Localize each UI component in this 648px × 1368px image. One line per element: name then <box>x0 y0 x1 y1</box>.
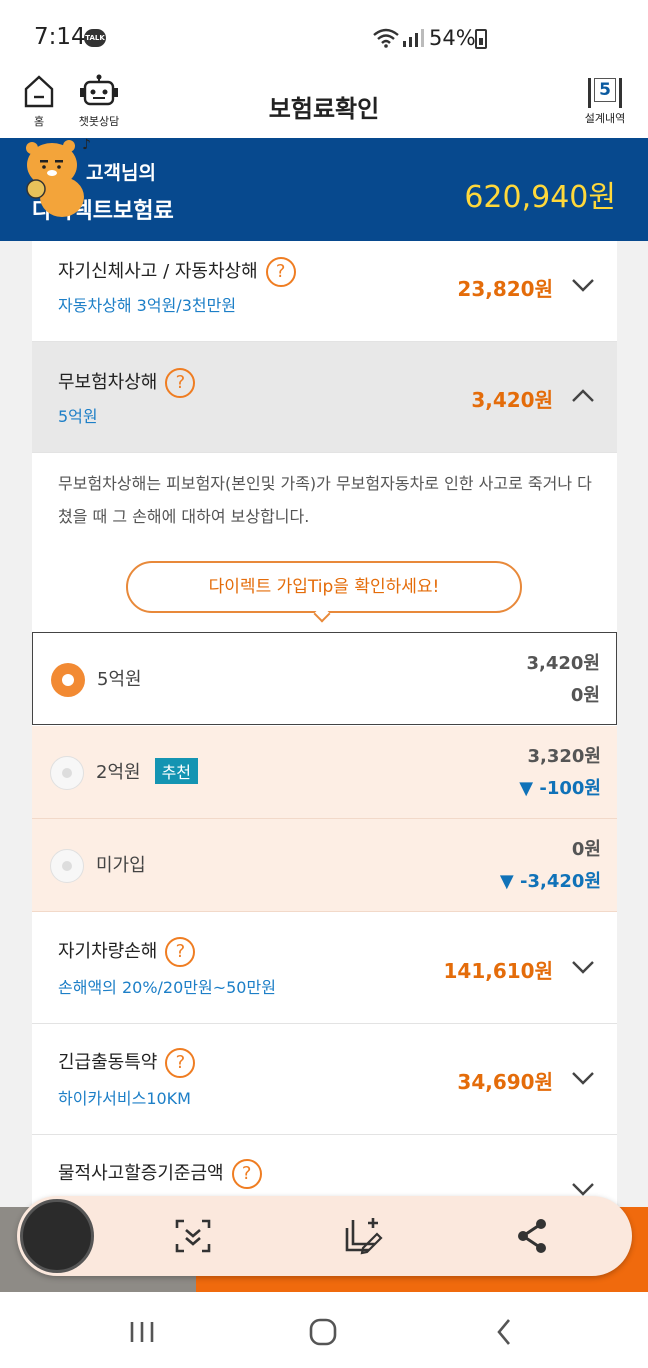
coverage-price: 34,690원 <box>457 1070 553 1094</box>
help-icon[interactable]: ? <box>231 1159 262 1189</box>
chevron-down-icon[interactable] <box>571 955 595 979</box>
signal-icon <box>403 29 424 47</box>
recent-apps-icon[interactable] <box>124 1314 160 1350</box>
coverage-title: 긴급출동특약 <box>58 1052 158 1073</box>
home-circle-icon[interactable] <box>305 1314 341 1350</box>
design-count: 5 <box>594 78 616 102</box>
option-price: 3,320원 <box>527 746 602 767</box>
option-difference: 0원 <box>570 685 600 706</box>
coverage-subtitle: 하이카서비스10KM <box>58 1089 191 1108</box>
edit-icon[interactable] <box>343 1216 383 1256</box>
radio-selected-icon[interactable] <box>51 663 85 697</box>
coverage-list: 자기신체사고 / 자동차상해? 자동차상해 3억원/3천만원 23,820원 무… <box>32 241 617 1207</box>
screenshot-thumbnail[interactable] <box>20 1199 94 1273</box>
option-difference: ▼ -100원 <box>519 778 601 799</box>
chevron-down-icon[interactable] <box>571 273 595 297</box>
coverage-title: 물적사고할증기준금액 <box>58 1163 224 1184</box>
share-icon[interactable] <box>513 1216 553 1256</box>
chevron-down-icon[interactable] <box>571 1066 595 1090</box>
help-icon[interactable]: ? <box>265 257 296 287</box>
mascot-ryan-icon: ♪ <box>26 137 91 217</box>
coverage-subtitle: 자동차상해 3억원/3천만원 <box>58 296 237 315</box>
svg-text:♪: ♪ <box>82 137 91 153</box>
coverage-title: 자기신체사고 / 자동차상해 <box>58 261 258 282</box>
recommended-badge: 추천 <box>154 758 199 784</box>
design-history-label: 설계내역 <box>584 112 626 125</box>
help-icon[interactable]: ? <box>165 368 196 398</box>
back-icon[interactable] <box>487 1314 523 1350</box>
coverage-row-expanded[interactable]: 무보험차상해? 5억원 3,420원 <box>32 342 617 453</box>
option-item[interactable]: 미가입 0원 ▼ -3,420원 <box>32 819 617 912</box>
option-label: 2억원 <box>96 762 141 783</box>
coverage-title: 자기차량손해 <box>58 941 158 962</box>
option-item-selected[interactable]: 5억원 3,420원 0원 <box>32 632 617 725</box>
status-time: 7:14 <box>34 24 86 50</box>
system-nav-bar <box>0 1292 648 1368</box>
design-history-button[interactable]: 5 설계내역 <box>578 74 632 126</box>
coverage-price: 3,420원 <box>471 388 553 412</box>
battery-percent: 54% <box>429 26 476 50</box>
coverage-row[interactable]: 자기신체사고 / 자동차상해? 자동차상해 3억원/3천만원 23,820원 <box>32 241 617 342</box>
radio-unselected-icon[interactable] <box>50 849 84 883</box>
scroll-capture-icon[interactable] <box>173 1216 213 1256</box>
option-price: 0원 <box>571 839 601 860</box>
coverage-description: 무보험차상해는 피보험자(본인및 가족)가 무보험자동차로 인한 사고로 죽거나… <box>58 474 592 526</box>
option-label: 미가입 <box>96 855 146 876</box>
design-count-box: 5 <box>588 78 622 108</box>
option-price: 3,420원 <box>526 653 601 674</box>
help-icon[interactable]: ? <box>165 1048 196 1078</box>
app-bar: 홈 챗봇상담 보험료확인 5 설계내역 <box>0 72 648 138</box>
coverage-price: 23,820원 <box>457 277 553 301</box>
wifi-icon <box>373 28 399 48</box>
page-title: 보험료확인 <box>268 95 380 123</box>
battery-icon <box>475 29 487 49</box>
coverage-price: 141,610원 <box>443 959 554 983</box>
option-difference: ▼ -3,420원 <box>499 871 601 892</box>
coverage-subtitle: 5억원 <box>58 407 98 426</box>
join-tip-button[interactable]: 다이렉트 가입Tip을 확인하세요! <box>126 561 522 613</box>
coverage-subtitle: 손해액의 20%/20만원~50만원 <box>58 978 276 997</box>
kakaotalk-notification-icon: TALK <box>84 29 106 47</box>
radio-unselected-icon[interactable] <box>50 756 84 790</box>
option-item[interactable]: 2억원 추천 3,320원 ▼ -100원 <box>32 726 617 819</box>
coverage-row[interactable]: 자기차량손해? 손해액의 20%/20만원~50만원 141,610원 <box>32 913 617 1024</box>
status-bar: 7:14 TALK 54% <box>0 0 648 72</box>
total-premium-amount: 620,940원 <box>464 180 616 215</box>
option-label: 5억원 <box>97 669 142 690</box>
help-icon[interactable]: ? <box>165 937 196 967</box>
coverage-title: 무보험차상해 <box>58 372 158 393</box>
coverage-row[interactable]: 긴급출동특약? 하이카서비스10KM 34,690원 <box>32 1024 617 1135</box>
chevron-up-icon[interactable] <box>571 384 595 408</box>
screenshot-toolbar <box>17 1196 632 1276</box>
